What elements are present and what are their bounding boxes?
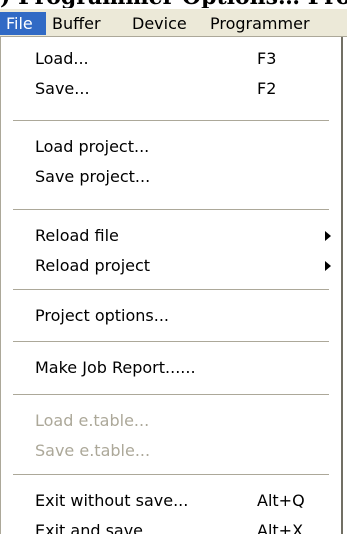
submenu-arrow-icon bbox=[325, 231, 331, 241]
menu-item-label: Save e.table... bbox=[35, 441, 151, 460]
menubar-buffer[interactable]: Buffer bbox=[46, 12, 126, 35]
submenu-arrow-icon bbox=[325, 261, 331, 271]
menu-item-load-etable: Load e.table... bbox=[1, 407, 341, 435]
menu-item-load-project[interactable]: Load project... bbox=[1, 133, 341, 161]
menu-item-shortcut: Alt+X bbox=[257, 521, 304, 534]
menu-separator bbox=[13, 341, 329, 342]
menu-item-project-options[interactable]: Project options... bbox=[1, 302, 341, 330]
menu-item-reload-project[interactable]: Reload project bbox=[1, 252, 341, 280]
menubar-programmer[interactable]: Programmer bbox=[204, 12, 347, 35]
menu-item-shortcut: F3 bbox=[257, 49, 277, 68]
menu-item-exit-without-save[interactable]: Exit without save... Alt+Q bbox=[1, 487, 341, 515]
menu-item-label: Save project... bbox=[35, 167, 151, 186]
menu-item-make-job-report[interactable]: Make Job Report...... bbox=[1, 354, 341, 382]
menu-item-save[interactable]: Save... F2 bbox=[1, 75, 341, 103]
menu-item-label: Save... bbox=[35, 79, 90, 98]
menu-item-label: Project options... bbox=[35, 306, 170, 325]
menu-item-label: Load e.table... bbox=[35, 411, 150, 430]
menu-item-shortcut: F2 bbox=[257, 79, 277, 98]
menu-item-load[interactable]: Load... F3 bbox=[1, 45, 341, 73]
menu-separator bbox=[13, 474, 329, 475]
menu-item-shortcut: Alt+Q bbox=[257, 491, 305, 510]
menu-item-label: Reload project bbox=[35, 256, 151, 275]
app-root: ) Programmer Options… Project… File Buff… bbox=[0, 0, 347, 534]
menu-item-exit-and-save[interactable]: Exit and save... Alt+X bbox=[1, 517, 341, 534]
menu-separator bbox=[13, 120, 329, 121]
menu-separator bbox=[13, 289, 329, 290]
menu-item-label: Load project... bbox=[35, 137, 150, 156]
menu-separator bbox=[13, 209, 329, 210]
menu-item-save-project[interactable]: Save project... bbox=[1, 163, 341, 191]
menu-item-reload-file[interactable]: Reload file bbox=[1, 222, 341, 250]
cropped-document-heading: ) Programmer Options… Project… bbox=[0, 0, 347, 8]
file-menu-dropdown: Load... F3 Save... F2 Load project... Sa… bbox=[0, 37, 343, 534]
menu-item-label: Exit and save... bbox=[35, 521, 159, 534]
menu-item-label: Exit without save... bbox=[35, 491, 189, 510]
menu-item-label: Make Job Report...... bbox=[35, 358, 196, 377]
menubar-device[interactable]: Device bbox=[126, 12, 204, 35]
menu-item-save-etable: Save e.table... bbox=[1, 437, 341, 465]
menu-separator bbox=[13, 394, 329, 395]
menubar-file[interactable]: File bbox=[0, 12, 46, 35]
menubar: File Buffer Device Programmer bbox=[0, 8, 347, 37]
menu-item-label: Load... bbox=[35, 49, 89, 68]
menu-item-label: Reload file bbox=[35, 226, 119, 245]
